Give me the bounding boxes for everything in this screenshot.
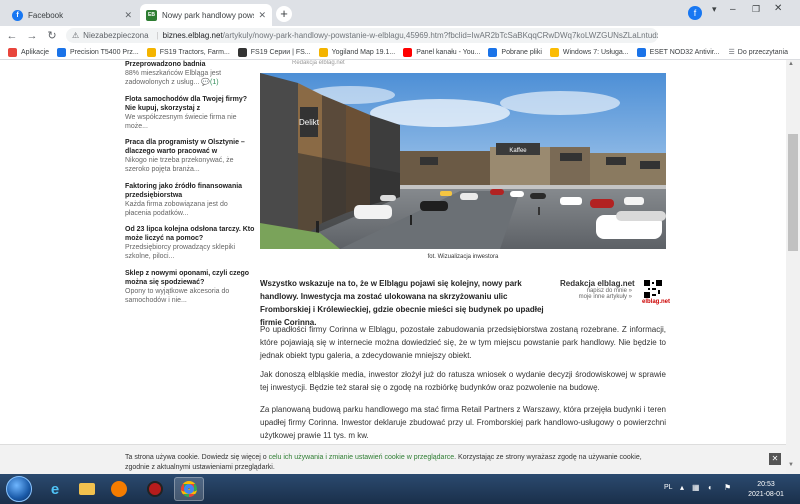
bookmark-item[interactable]: FS19 Серии | FS... xyxy=(237,47,311,57)
maximize-window-icon[interactable]: ❐ xyxy=(752,4,760,15)
sidebar-item[interactable]: Od 23 lipca kolejna odsłona tarczy. Kto … xyxy=(125,225,255,261)
bookmark-item[interactable]: Precision T5400 Prz... xyxy=(57,47,139,57)
sidebar-item[interactable]: Sklep z nowymi oponami, czyli czego możn… xyxy=(125,269,255,305)
language-indicator[interactable]: PL xyxy=(664,484,673,491)
retail-park-visualization: Delikt Kaffee xyxy=(260,73,666,249)
network-icon[interactable]: ▦ xyxy=(692,483,700,492)
minimize-icon[interactable]: ▾ xyxy=(712,4,717,15)
explorer-taskbar-icon[interactable] xyxy=(74,477,100,501)
reading-list-button[interactable]: ☰ Do przeczytania xyxy=(728,48,788,57)
download-icon xyxy=(488,47,498,57)
store-sign: Kaffee xyxy=(509,148,527,154)
store-sign: Delikt xyxy=(299,118,320,127)
bookmark-item[interactable]: Pobrane pliki xyxy=(488,47,542,57)
qr-code-icon xyxy=(644,280,662,298)
not-secure-icon: ⚠ xyxy=(72,31,80,40)
scrollbar-thumb[interactable] xyxy=(788,134,798,251)
tab-facebook[interactable]: f Facebook ✕ xyxy=(6,4,138,26)
bookmark-favicon-icon xyxy=(57,47,67,57)
forward-icon[interactable]: → xyxy=(24,30,40,42)
cookie-banner: Ta strona używa cookie. Dowiedz się więc… xyxy=(0,444,786,474)
top-caption: Redakcja elblag.net xyxy=(292,60,345,66)
minimize-window-icon[interactable]: – xyxy=(730,4,736,15)
comment-icon: 💬 xyxy=(201,79,210,86)
screen: f f Facebook ✕ EB Nowy park handlowy pow… xyxy=(0,0,800,504)
bookmark-item[interactable]: ESET NOD32 Antivir... xyxy=(636,47,720,57)
security-label: Niezabezpieczona xyxy=(83,31,149,40)
url-text: biznes.elblag.net/artykuly/nowy-park-han… xyxy=(162,31,658,40)
tab-article[interactable]: EB Nowy park handlowy powstanie w ✕ xyxy=(140,4,272,26)
close-tab-icon[interactable]: ✕ xyxy=(258,10,266,21)
game-taskbar-icon[interactable] xyxy=(142,477,168,501)
reload-icon[interactable]: ↻ xyxy=(44,29,60,42)
close-window-icon[interactable]: ✕ xyxy=(774,3,782,14)
other-articles-link[interactable]: moje inne artykuły » xyxy=(560,294,632,300)
bookmark-item[interactable]: FS19 Tractors, Farm... xyxy=(146,47,230,57)
chrome-taskbar-icon[interactable] xyxy=(174,477,204,501)
browser-tabstrip: f f Facebook ✕ EB Nowy park handlowy pow… xyxy=(0,0,800,26)
bookmark-favicon-icon xyxy=(237,47,247,57)
bookmarks-bar: Aplikacje Precision T5400 Prz... FS19 Tr… xyxy=(0,45,800,60)
ie-taskbar-icon[interactable]: e xyxy=(42,477,68,501)
elblag-logo: elblag.net xyxy=(642,299,671,305)
new-tab-button[interactable]: + xyxy=(276,6,292,22)
sidebar-item[interactable]: Praca dla programisty w Olsztynie – dlac… xyxy=(125,138,255,174)
sidebar-item[interactable]: Faktoring jako źródło finansowania przed… xyxy=(125,182,255,218)
article-paragraph: Za planowaną budową parku handlowego ma … xyxy=(260,405,666,440)
back-icon[interactable]: ← xyxy=(4,30,20,42)
article-paragraph: Jak donoszą elbląskie media, inwestor zł… xyxy=(260,370,666,392)
profile-icon[interactable]: f xyxy=(688,6,702,20)
apps-grid-icon xyxy=(8,47,17,57)
browser-toolbar: ← → ↻ ⚠ Niezabezpieczona | biznes.elblag… xyxy=(0,26,800,67)
scroll-down-icon[interactable]: ▼ xyxy=(788,462,794,468)
bookmark-apps[interactable]: Aplikacje xyxy=(8,47,49,57)
youtube-icon xyxy=(403,47,413,57)
article-paragraph: Po upadłości firmy Corinna w Elblągu, po… xyxy=(260,325,666,360)
page-content: Redakcja elblag.net Przeprowadzono badni… xyxy=(0,60,786,444)
cookie-policy-link[interactable]: celu ich używania i zmianie ustawień coo… xyxy=(269,454,455,461)
close-cookie-button[interactable]: ✕ xyxy=(769,453,781,465)
author-box[interactable]: Redakcja elblag.net napisz do mnie » moj… xyxy=(560,279,670,309)
bookmark-favicon-icon xyxy=(318,47,328,57)
action-center-icon[interactable]: ⚑ xyxy=(724,483,731,492)
facebook-favicon-icon: f xyxy=(12,9,23,21)
image-caption: fot. Wizualizacja inwestora xyxy=(427,254,499,260)
clock[interactable]: 20:53 2021-08-01 xyxy=(746,480,786,500)
sidebar-item[interactable]: Przeprowadzono badnia 88% mieszkańców El… xyxy=(125,60,255,87)
start-button[interactable] xyxy=(6,476,32,502)
vertical-scrollbar[interactable] xyxy=(786,60,800,444)
cookie-text: Ta strona używa cookie. Dowiedz się więc… xyxy=(125,454,642,471)
article-lead: Wszystko wskazuje na to, że w Elblągu po… xyxy=(260,279,544,327)
eset-icon xyxy=(636,47,646,57)
bookmark-item[interactable]: Windows 7: Usługa... xyxy=(549,47,629,57)
volume-icon[interactable]: ◐ xyxy=(708,483,713,492)
bookmark-item[interactable]: Panel kanału - You... xyxy=(403,47,480,57)
bookmark-favicon-icon xyxy=(549,47,559,57)
windows-taskbar: e PL ▴ ▦ ◐ ⚑ 20:53 2021-08-01 xyxy=(0,474,800,504)
elblag-favicon-icon: EB xyxy=(146,9,157,21)
tray-arrow-icon[interactable]: ▴ xyxy=(680,483,684,492)
close-tab-icon[interactable]: ✕ xyxy=(124,10,132,21)
media-player-taskbar-icon[interactable] xyxy=(106,477,132,501)
scroll-up-icon[interactable]: ▲ xyxy=(788,61,794,67)
address-bar[interactable]: ⚠ Niezabezpieczona | biznes.elblag.net/a… xyxy=(66,28,658,43)
sidebar-item[interactable]: Flota samochodów dla Twojej firmy? Nie k… xyxy=(125,95,255,131)
cookie-scrollbar xyxy=(786,444,800,474)
bookmark-favicon-icon xyxy=(146,47,156,57)
bookmark-item[interactable]: Yogiland Map 19.1... xyxy=(318,47,395,57)
article-hero-image[interactable]: Delikt Kaffee xyxy=(260,73,666,249)
reading-list-icon: ☰ xyxy=(728,49,735,56)
